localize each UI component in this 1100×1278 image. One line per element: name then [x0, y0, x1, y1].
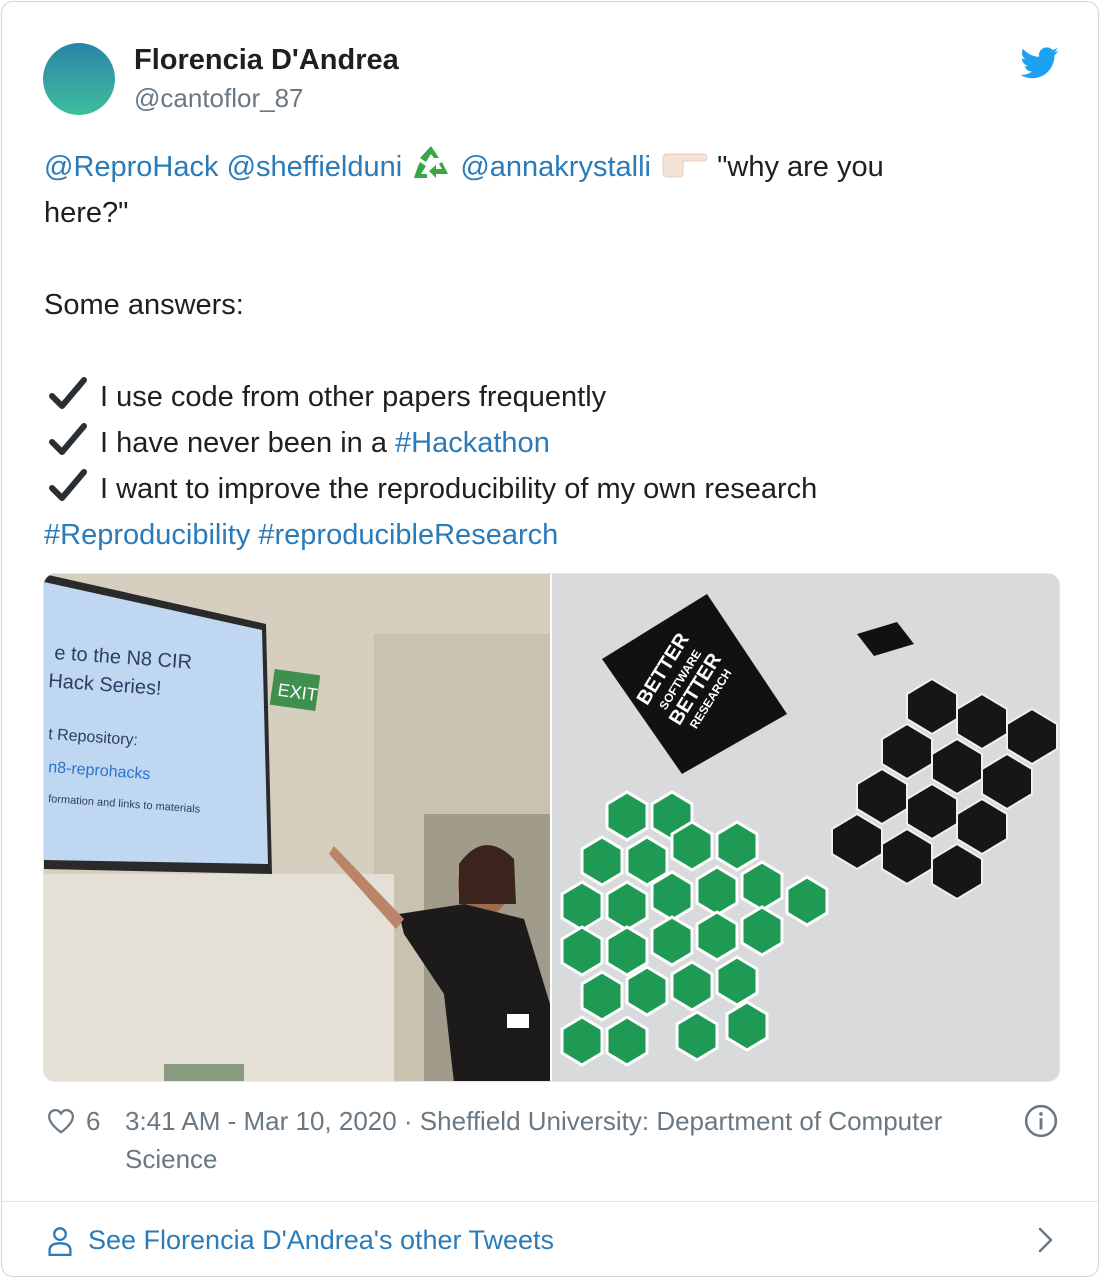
answer-text: I want to improve the reproducibility of…	[100, 473, 818, 505]
answer-item: I use code from other papers frequently	[44, 374, 1064, 420]
person-icon	[48, 1227, 72, 1256]
mention-annakrystalli[interactable]: @annakrystalli	[460, 151, 651, 183]
checkmark-icon	[49, 469, 87, 501]
see-other-tweets-link[interactable]: See Florencia D'Andrea's other Tweets	[46, 1220, 1056, 1260]
mention-sheffielduni[interactable]: @sheffielduni	[227, 151, 403, 183]
avatar[interactable]	[43, 43, 115, 115]
heart-icon[interactable]	[46, 1106, 76, 1136]
quote-text-continued: here?"	[44, 197, 129, 229]
intro-text: Some answers:	[44, 289, 244, 321]
timestamp-location[interactable]: 3:41 AM - Mar 10, 2020 · Sheffield Unive…	[125, 1102, 1025, 1178]
tweet-media[interactable]: e to the N8 CIR Hack Series! t Repositor…	[43, 573, 1060, 1082]
answer-text: I have never been in a	[100, 427, 396, 459]
answer-item: I want to improve the reproducibility of…	[44, 466, 1064, 512]
chevron-right-icon[interactable]	[1036, 1226, 1056, 1254]
checkmark-icon	[49, 377, 87, 409]
twitter-bird-icon[interactable]	[1021, 47, 1059, 79]
answer-text: I use code from other papers frequently	[100, 381, 607, 413]
tweet-card: Florencia D'Andrea @cantoflor_87 @ReproH…	[1, 1, 1099, 1277]
tweet-body: @ReproHack @sheffielduni @annakrystalli …	[44, 144, 1064, 558]
answer-item: I have never been in a #Hackathon	[44, 420, 1064, 466]
stickers-photo[interactable]: BETTER SOFTWARE BETTER RESEARCH	[552, 574, 1059, 1081]
hashtag-reproducible-research[interactable]: #reproducibleResearch	[258, 519, 558, 551]
recycle-icon	[414, 146, 449, 178]
like-count[interactable]: 6	[86, 1102, 100, 1140]
author-handle[interactable]: @cantoflor_87	[134, 83, 304, 114]
pointing-hand-icon	[662, 153, 708, 178]
info-icon[interactable]	[1024, 1104, 1058, 1138]
checkmark-icon	[49, 423, 87, 455]
hashtag-hackathon[interactable]: #Hackathon	[395, 427, 550, 459]
see-other-tweets-label[interactable]: See Florencia D'Andrea's other Tweets	[88, 1220, 554, 1260]
divider	[2, 1201, 1098, 1202]
mention-reprohack[interactable]: @ReproHack	[44, 151, 219, 183]
author-name[interactable]: Florencia D'Andrea	[134, 44, 399, 77]
hashtag-reproducibility[interactable]: #Reproducibility	[44, 519, 250, 551]
presentation-photo[interactable]: e to the N8 CIR Hack Series! t Repositor…	[44, 574, 550, 1081]
quote-text: "why are you	[717, 151, 884, 183]
